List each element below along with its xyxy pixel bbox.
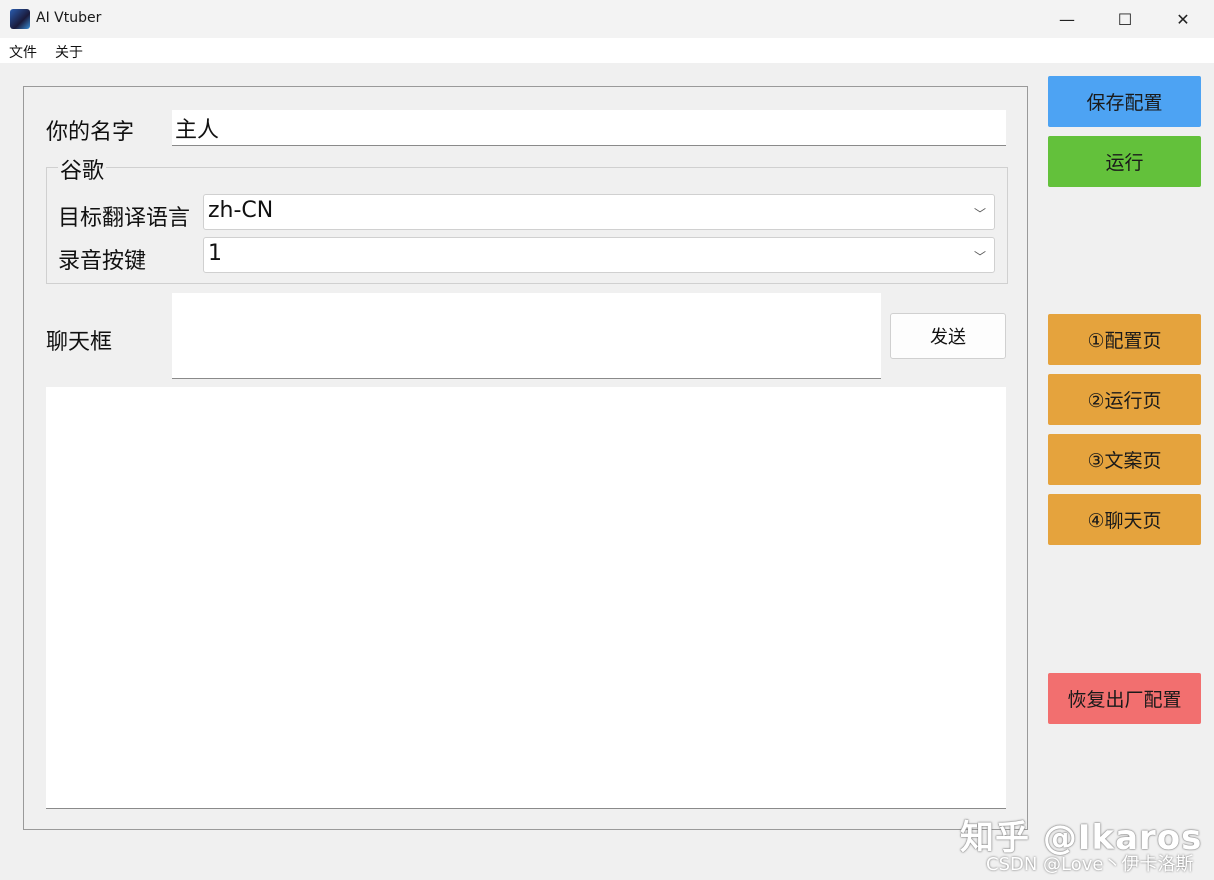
name-label: 你的名字 <box>46 120 135 145</box>
menu-about[interactable]: 关于 <box>55 42 83 62</box>
run-page-button[interactable]: ②运行页 <box>1048 374 1201 425</box>
window-title: AI Vtuber <box>36 10 102 26</box>
chat-input[interactable] <box>172 293 881 379</box>
target-lang-value: zh-CN <box>208 198 274 223</box>
factory-reset-button[interactable]: 恢复出厂配置 <box>1048 673 1201 724</box>
config-panel: 你的名字 主人 谷歌 目标翻译语言 zh-CN ﹀ 录音按键 1 ﹀ 聊天框 发… <box>23 86 1028 830</box>
maximize-icon: ☐ <box>1117 9 1133 29</box>
target-lang-label: 目标翻译语言 <box>58 206 191 231</box>
maximize-button[interactable]: ☐ <box>1096 0 1154 38</box>
title-bar: AI Vtuber — ☐ ✕ <box>0 0 1214 38</box>
csdn-watermark: CSDN @Love丶伊卡洛斯 <box>986 854 1194 875</box>
chat-log[interactable] <box>46 387 1006 809</box>
run-button[interactable]: 运行 <box>1048 136 1201 187</box>
copy-page-button[interactable]: ③文案页 <box>1048 434 1201 485</box>
menu-bar: 文件 关于 <box>0 38 1214 63</box>
chevron-down-icon: ﹀ <box>973 250 986 264</box>
config-page-button[interactable]: ①配置页 <box>1048 314 1201 365</box>
chat-label: 聊天框 <box>46 330 113 355</box>
minimize-icon: — <box>1059 9 1075 29</box>
chat-page-button[interactable]: ④聊天页 <box>1048 494 1201 545</box>
save-config-button[interactable]: 保存配置 <box>1048 76 1201 127</box>
name-input[interactable]: 主人 <box>172 110 1006 146</box>
record-key-value: 1 <box>208 241 222 266</box>
chevron-down-icon: ﹀ <box>973 207 986 221</box>
app-icon <box>10 9 30 29</box>
close-icon: ✕ <box>1176 9 1190 29</box>
record-key-select[interactable]: 1 ﹀ <box>203 237 995 273</box>
target-lang-select[interactable]: zh-CN ﹀ <box>203 194 995 230</box>
menu-file[interactable]: 文件 <box>9 42 37 62</box>
record-key-label: 录音按键 <box>58 249 147 274</box>
close-button[interactable]: ✕ <box>1154 0 1212 38</box>
send-button[interactable]: 发送 <box>890 313 1006 359</box>
minimize-button[interactable]: — <box>1038 0 1096 38</box>
google-group-title: 谷歌 <box>58 153 107 185</box>
